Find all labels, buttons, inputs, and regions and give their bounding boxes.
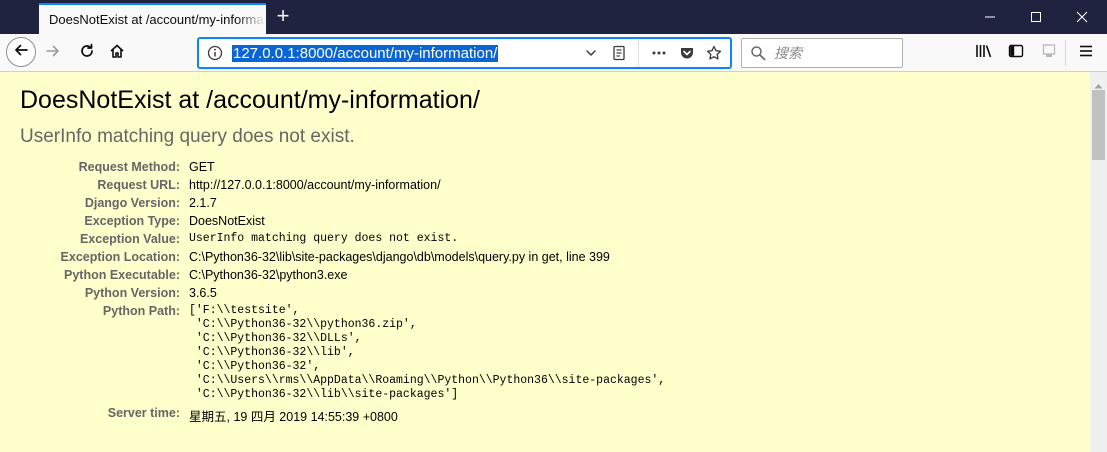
sidebar-icon (1008, 43, 1024, 64)
sidebar-button[interactable] (1001, 38, 1031, 68)
pocket-icon[interactable] (679, 45, 695, 66)
search-icon (750, 45, 766, 66)
meta-label: Python Executable: (64, 268, 180, 282)
minimize-icon[interactable] (967, 0, 1013, 34)
menu-button[interactable] (1071, 38, 1101, 68)
url-bar[interactable]: 127.0.0.1:8000/account/my-information/ (198, 38, 731, 68)
table-row: Exception Location: C:\Python36-32\lib\s… (20, 248, 665, 266)
meta-value: 2.1.7 (189, 196, 217, 210)
back-button[interactable] (6, 37, 36, 67)
new-tab-icon[interactable]: + (270, 4, 296, 30)
table-row: Exception Type: DoesNotExist (20, 212, 665, 230)
scrollbar-thumb[interactable] (1092, 90, 1105, 160)
url-bar-divider (638, 39, 639, 67)
toolbar-divider (1065, 40, 1066, 66)
table-row: Python Executable: C:\Python36-32\python… (20, 266, 665, 284)
tab-active[interactable]: DoesNotExist at /account/my-information/ (39, 3, 266, 34)
table-row: Request Method: GET (20, 158, 665, 176)
meta-label: Server time: (107, 406, 180, 420)
table-row: Python Version: 3.6.5 (20, 284, 665, 302)
table-row: Request URL: http://127.0.0.1:8000/accou… (20, 176, 665, 194)
maximize-icon[interactable] (1013, 0, 1059, 34)
close-icon[interactable] (1059, 0, 1105, 34)
reload-button[interactable] (72, 38, 102, 68)
table-row: Exception Value: UserInfo matching query… (20, 230, 665, 248)
meta-value: C:\Python36-32\python3.exe (189, 268, 348, 282)
navigation-toolbar: 127.0.0.1:8000/account/my-information/ (0, 34, 1107, 72)
forward-button[interactable] (38, 38, 68, 68)
screenshot-icon (1041, 43, 1057, 64)
tab-title: DoesNotExist at /account/my-information/ (49, 12, 266, 27)
meta-value: C:\Python36-32\lib\site-packages\django\… (189, 250, 610, 264)
meta-label: Exception Type: (84, 214, 180, 228)
search-input[interactable] (772, 43, 896, 65)
meta-label: Request URL: (97, 178, 180, 192)
meta-label: Request Method: (78, 160, 180, 174)
library-button[interactable] (969, 38, 999, 68)
bookmark-star-icon[interactable] (706, 45, 722, 66)
url-text[interactable]: 127.0.0.1:8000/account/my-information/ (232, 45, 499, 62)
exception-subtitle: UserInfo matching query does not exist. (20, 126, 355, 147)
meta-label: Python Version: (84, 286, 180, 300)
reload-icon (79, 43, 95, 64)
screenshot-button[interactable] (1034, 38, 1064, 68)
home-button[interactable] (102, 38, 132, 68)
table-row: Python Path: ['F:\\testsite', 'C:\\Pytho… (20, 302, 665, 404)
vertical-scrollbar[interactable] (1090, 72, 1107, 452)
reader-view-icon[interactable] (611, 45, 627, 66)
hamburger-menu-icon (1078, 43, 1094, 64)
meta-label: Exception Value: (79, 232, 180, 246)
meta-value-python-path: ['F:\\testsite', 'C:\\Python36-32\\pytho… (189, 302, 665, 404)
meta-value: DoesNotExist (189, 214, 265, 228)
request-meta-table: Request Method: GET Request URL: http://… (20, 158, 666, 427)
meta-value: GET (189, 160, 215, 174)
more-actions-icon[interactable] (651, 45, 667, 66)
page-title: DoesNotExist at /account/my-information/ (20, 86, 480, 114)
page-content: DoesNotExist at /account/my-information/… (0, 72, 1090, 452)
chevron-down-icon[interactable] (584, 46, 598, 65)
meta-label: Exception Location: (60, 250, 180, 264)
meta-label: Django Version: (84, 196, 180, 210)
search-bar[interactable] (741, 38, 903, 68)
meta-value: http://127.0.0.1:8000/account/my-informa… (189, 178, 441, 192)
meta-value: 星期五, 19 四月 2019 14:55:39 +0800 (189, 410, 398, 424)
table-row: Django Version: 2.1.7 (20, 194, 665, 212)
python-path-list: ['F:\\testsite', 'C:\\Python36-32\\pytho… (189, 304, 666, 401)
tab-strip: DoesNotExist at /account/my-information/… (0, 0, 1107, 34)
meta-label: Python Path: (102, 304, 180, 318)
table-row: Server time: 星期五, 19 四月 2019 14:55:39 +0… (20, 404, 665, 427)
info-icon[interactable] (207, 45, 223, 66)
back-arrow-icon (13, 42, 29, 63)
home-icon (109, 43, 125, 64)
meta-value: 3.6.5 (189, 286, 217, 300)
meta-value: UserInfo matching query does not exist. (189, 232, 459, 245)
forward-arrow-icon (45, 43, 61, 64)
library-icon (975, 43, 993, 64)
